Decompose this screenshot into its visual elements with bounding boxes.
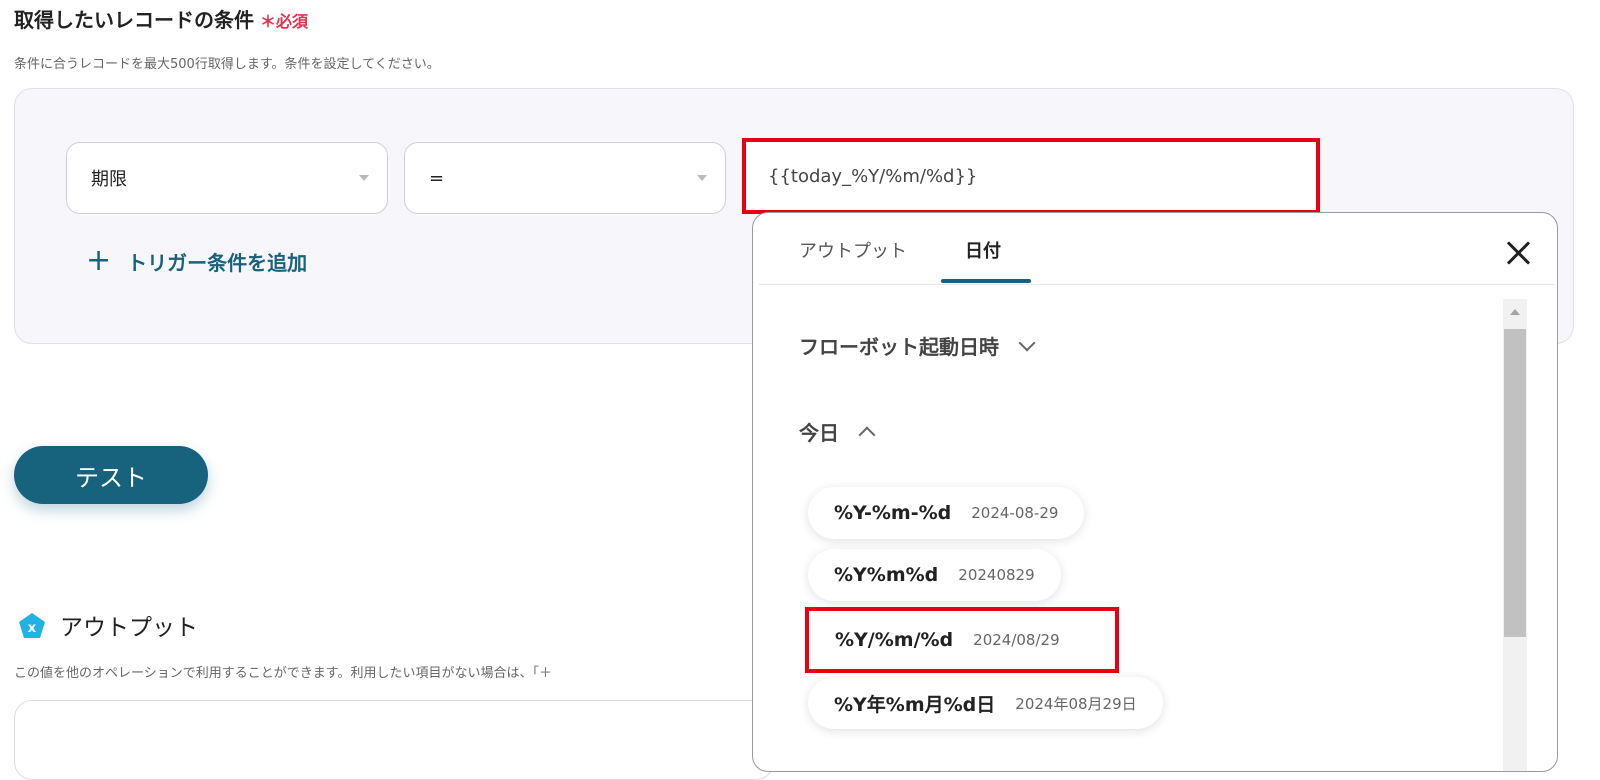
operator-select-value: = xyxy=(429,167,445,189)
condition-value-input[interactable]: {{today_%Y/%m/%d}} xyxy=(742,138,1320,214)
date-format-pattern: %Y/%m/%d xyxy=(835,629,954,651)
field-select[interactable]: 期限 xyxy=(66,142,388,214)
section-title: 取得したいレコードの条件 ＊必須 xyxy=(14,4,308,33)
group-label: 今日 xyxy=(799,421,839,445)
tab-divider xyxy=(759,284,1555,285)
active-tab-indicator xyxy=(941,279,1031,283)
date-format-example: 2024/08/29 xyxy=(973,631,1060,649)
condition-value-text: {{today_%Y/%m/%d}} xyxy=(768,165,978,187)
date-format-option-highlighted[interactable]: %Y/%m/%d 2024/08/29 xyxy=(805,607,1119,673)
group-flowbot-start-datetime[interactable]: フローボット起動日時 xyxy=(799,331,1036,360)
output-description: この値を他のオペレーションで利用することができます。利用したい項目がない場合は、… xyxy=(14,666,552,681)
variable-x-icon: x xyxy=(19,613,45,638)
variable-picker-popup: アウトプット 日付 フローボット起動日時 今日 %Y-%m-%d 2024-08… xyxy=(752,212,1558,772)
date-format-example: 2024-08-29 xyxy=(971,504,1059,522)
field-select-caret-icon xyxy=(359,175,369,181)
group-today[interactable]: 今日 xyxy=(799,417,876,446)
popup-scrollbar[interactable] xyxy=(1503,299,1527,771)
field-select-value: 期限 xyxy=(91,169,127,190)
scroll-up-arrow-icon[interactable] xyxy=(1510,309,1520,315)
date-format-pattern: %Y-%m-%d xyxy=(834,502,952,524)
date-format-option[interactable]: %Y-%m-%d 2024-08-29 xyxy=(808,487,1085,539)
date-format-pattern: %Y%m%d xyxy=(834,564,939,586)
section-title-text: 取得したいレコードの条件 xyxy=(14,8,254,32)
date-format-example: 20240829 xyxy=(958,566,1035,584)
section-description: 条件に合うレコードを最大500行取得します。条件を設定してください。 xyxy=(14,57,440,72)
scroll-thumb[interactable] xyxy=(1504,329,1526,637)
date-format-option[interactable]: %Y年%m月%d日 2024年08月29日 xyxy=(808,677,1163,729)
output-panel xyxy=(14,700,774,780)
date-format-pattern: %Y年%m月%d日 xyxy=(834,693,996,716)
close-icon[interactable] xyxy=(1505,239,1533,267)
output-title: アウトプット xyxy=(60,615,198,641)
tab-date[interactable]: 日付 xyxy=(965,237,1001,263)
group-label: フローボット起動日時 xyxy=(799,335,999,359)
operator-select[interactable]: = xyxy=(404,142,726,214)
svg-text:x: x xyxy=(28,621,37,636)
chevron-down-icon xyxy=(1018,334,1036,351)
plus-icon: + xyxy=(86,243,112,278)
add-trigger-condition-button[interactable]: + トリガー条件を追加 xyxy=(86,246,307,276)
chevron-up-icon xyxy=(858,426,876,443)
add-trigger-label: トリガー条件を追加 xyxy=(127,250,308,275)
required-badge: ＊必須 xyxy=(260,12,309,31)
date-format-option[interactable]: %Y%m%d 20240829 xyxy=(808,549,1061,601)
test-button[interactable]: テスト xyxy=(14,446,208,504)
operator-select-caret-icon xyxy=(697,175,707,181)
date-format-example: 2024年08月29日 xyxy=(1015,694,1137,713)
tab-output[interactable]: アウトプット xyxy=(799,237,907,263)
